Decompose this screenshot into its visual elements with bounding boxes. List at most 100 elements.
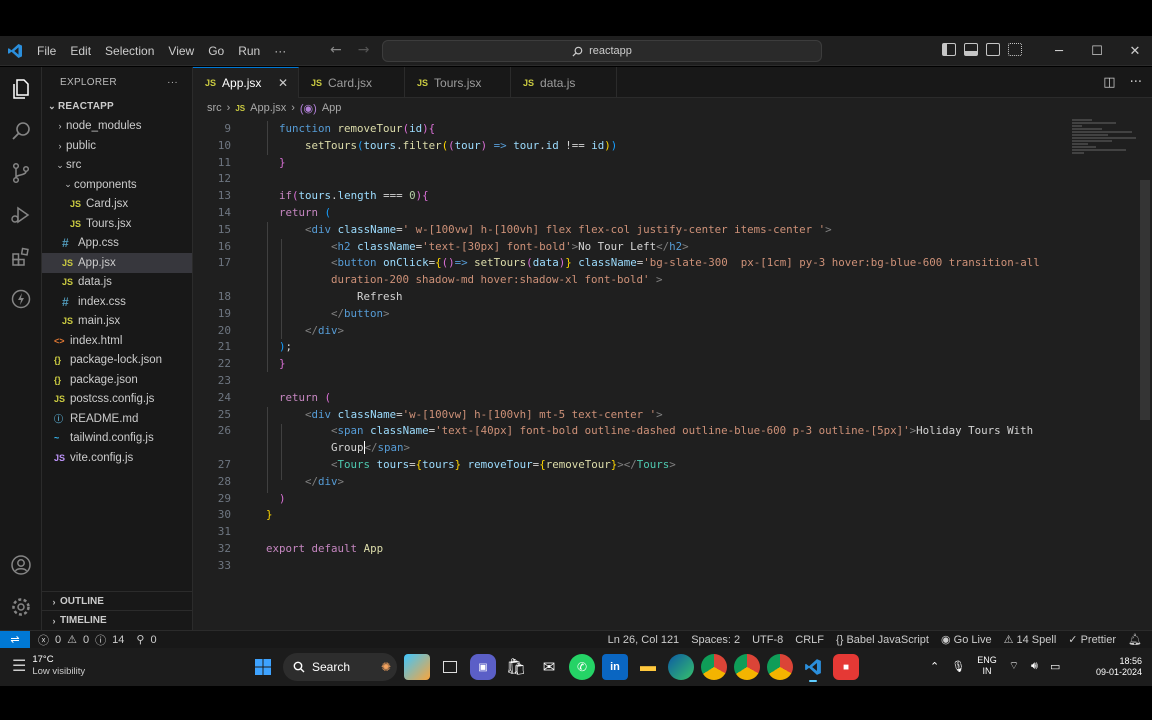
menu-item[interactable]: Edit xyxy=(63,44,98,58)
tab-data-js[interactable]: JS data.js xyxy=(511,67,617,98)
chrome-profile-icon[interactable] xyxy=(734,654,760,680)
copilot-icon[interactable] xyxy=(404,654,430,680)
microsoft-store-icon[interactable]: 🛍︎ xyxy=(503,654,529,680)
file-tree-item[interactable]: # index.css xyxy=(42,292,192,312)
forward-arrow-icon[interactable]: → xyxy=(358,42,370,58)
command-center-search[interactable]: reactapp xyxy=(382,40,822,62)
status-problems[interactable]: ⓧ 0 ⚠ 0 ⓘ 14 ⚲ 0 xyxy=(38,632,157,648)
encoding[interactable]: UTF-8 xyxy=(752,634,783,646)
mail-icon[interactable]: ✉ xyxy=(536,654,562,680)
spell-checker[interactable]: ⚠ 14 Spell xyxy=(1004,633,1057,646)
close-window-icon[interactable]: ✕ xyxy=(1116,44,1152,59)
start-windows-icon[interactable] xyxy=(250,654,276,680)
search-icon xyxy=(572,46,583,57)
language-mode[interactable]: {} Babel JavaScript xyxy=(836,634,929,646)
line-endings[interactable]: CRLF xyxy=(795,634,824,646)
breadcrumb-folder[interactable]: src xyxy=(207,102,222,114)
file-tree-item[interactable]: JS App.jsx xyxy=(42,253,192,273)
menu-item[interactable]: View xyxy=(161,44,201,58)
file-tree-item[interactable]: # App.css xyxy=(42,234,192,254)
vertical-scrollbar[interactable] xyxy=(1140,180,1150,420)
timeline-section[interactable]: › TIMELINE xyxy=(42,610,193,630)
taskbar-clock[interactable]: 18:56 09-01-2024 xyxy=(1096,656,1142,678)
js-file-icon: JS xyxy=(523,77,535,88)
accounts-icon[interactable] xyxy=(9,553,33,577)
file-tree-item[interactable]: <> index.html xyxy=(42,331,192,351)
tree-item-label: README.md xyxy=(70,412,139,425)
linkedin-icon[interactable]: in xyxy=(602,654,628,680)
tab-card-jsx[interactable]: JS Card.jsx xyxy=(299,67,405,98)
battery-icon[interactable]: ▭ xyxy=(1050,660,1060,673)
tab-tours-jsx[interactable]: JS Tours.jsx xyxy=(405,67,511,98)
vscode-taskbar-icon[interactable] xyxy=(800,654,826,682)
workspace-root[interactable]: ⌄ REACTAPP xyxy=(42,97,192,117)
prettier-status[interactable]: ✓ Prettier xyxy=(1068,633,1116,646)
file-tree-item[interactable]: JS Card.jsx xyxy=(42,195,192,215)
file-tree-item[interactable]: {} package-lock.json xyxy=(42,351,192,371)
folder-tree-item[interactable]: ⌄ components xyxy=(42,175,192,195)
file-tree-item[interactable]: JS vite.config.js xyxy=(42,448,192,468)
settings-gear-icon[interactable] xyxy=(9,595,33,619)
toggle-primary-sidebar-icon[interactable] xyxy=(942,43,956,56)
folder-tree-item[interactable]: › public xyxy=(42,136,192,156)
menu-item[interactable]: Selection xyxy=(98,44,161,58)
volume-icon[interactable]: 🔊︎ xyxy=(1031,660,1038,673)
toggle-panel-icon[interactable] xyxy=(964,43,978,56)
chrome-icon[interactable] xyxy=(701,654,727,680)
breadcrumb-file[interactable]: App.jsx xyxy=(250,102,286,114)
run-debug-icon[interactable] xyxy=(9,203,33,227)
file-tree-item[interactable]: JS main.jsx xyxy=(42,312,192,332)
file-explorer-icon[interactable]: ▬ xyxy=(635,654,661,680)
weather-widget[interactable]: ☰ 17°C Low visibility xyxy=(12,654,85,678)
wifi-icon[interactable]: ⌔ xyxy=(1009,659,1019,673)
menu-item[interactable]: Go xyxy=(201,44,231,58)
more-actions-icon[interactable]: ··· xyxy=(1130,75,1142,90)
split-editor-icon[interactable]: ◫ xyxy=(1103,75,1115,90)
minimize-icon[interactable]: ─ xyxy=(1040,44,1078,59)
customize-layout-icon[interactable] xyxy=(1008,43,1022,56)
outline-section[interactable]: › OUTLINE xyxy=(42,591,193,611)
file-tree-item[interactable]: ⓘ README.md xyxy=(42,409,192,429)
back-arrow-icon[interactable]: ← xyxy=(330,42,342,58)
file-tree-item[interactable]: JS Tours.jsx xyxy=(42,214,192,234)
file-tree-item[interactable]: JS data.js xyxy=(42,273,192,293)
toggle-secondary-sidebar-icon[interactable] xyxy=(986,43,1000,56)
indentation[interactable]: Spaces: 2 xyxy=(691,634,740,646)
menu-item[interactable]: Run xyxy=(231,44,267,58)
input-language[interactable]: ENG IN xyxy=(977,655,997,677)
task-view-icon[interactable] xyxy=(437,654,463,680)
source-control-icon[interactable] xyxy=(9,161,33,185)
minimap[interactable] xyxy=(1072,118,1138,178)
explorer-more-actions-icon[interactable]: ··· xyxy=(167,77,178,88)
whatsapp-icon[interactable]: ✆ xyxy=(569,654,595,680)
remote-lightning-icon[interactable] xyxy=(9,287,33,311)
microphone-icon[interactable]: 🎙︎ xyxy=(951,660,965,673)
chrome-alt-icon[interactable] xyxy=(767,654,793,680)
explorer-files-icon[interactable] xyxy=(9,77,33,101)
extensions-icon[interactable] xyxy=(9,245,33,269)
menu-item[interactable]: File xyxy=(30,44,63,58)
tray-overflow-chevron-icon[interactable]: ⌃ xyxy=(930,660,939,673)
folder-tree-item[interactable]: ⌄ src xyxy=(42,156,192,176)
file-tree-item[interactable]: {} package.json xyxy=(42,370,192,390)
maximize-icon[interactable]: ☐ xyxy=(1078,44,1116,59)
edge-browser-icon[interactable] xyxy=(668,654,694,680)
file-tree-item[interactable]: JS postcss.config.js xyxy=(42,390,192,410)
folder-tree-item[interactable]: › node_modules xyxy=(42,117,192,137)
taskbar-search[interactable]: Search ✺ xyxy=(283,653,397,681)
close-tab-icon[interactable]: ✕ xyxy=(278,76,288,90)
file-tree-item[interactable]: ~ tailwind.config.js xyxy=(42,429,192,449)
vscode-logo-icon[interactable] xyxy=(0,36,30,66)
go-live-button[interactable]: ◉ Go Live xyxy=(941,633,992,646)
teams-chat-icon[interactable]: ▣ xyxy=(470,654,496,680)
search-icon[interactable] xyxy=(9,119,33,143)
breadcrumb-symbol[interactable]: App xyxy=(322,102,342,114)
code-editor[interactable]: 9 10 11 12 13 14 15 16 17 18 19 20 21 22 23 24 25 26 27 28 2… xyxy=(193,118,1152,630)
notifications-bell-icon[interactable]: 🔔︎ xyxy=(1128,633,1142,646)
menu-item[interactable]: ··· xyxy=(267,44,293,58)
css-file-icon: # xyxy=(62,236,69,251)
remote-indicator-icon[interactable]: ⇌ xyxy=(0,630,30,649)
cursor-position[interactable]: Ln 26, Col 121 xyxy=(608,634,680,646)
tab-app-jsx[interactable]: JS App.jsx ✕ xyxy=(193,67,299,98)
screen-recorder-icon[interactable]: ■ xyxy=(833,654,859,680)
